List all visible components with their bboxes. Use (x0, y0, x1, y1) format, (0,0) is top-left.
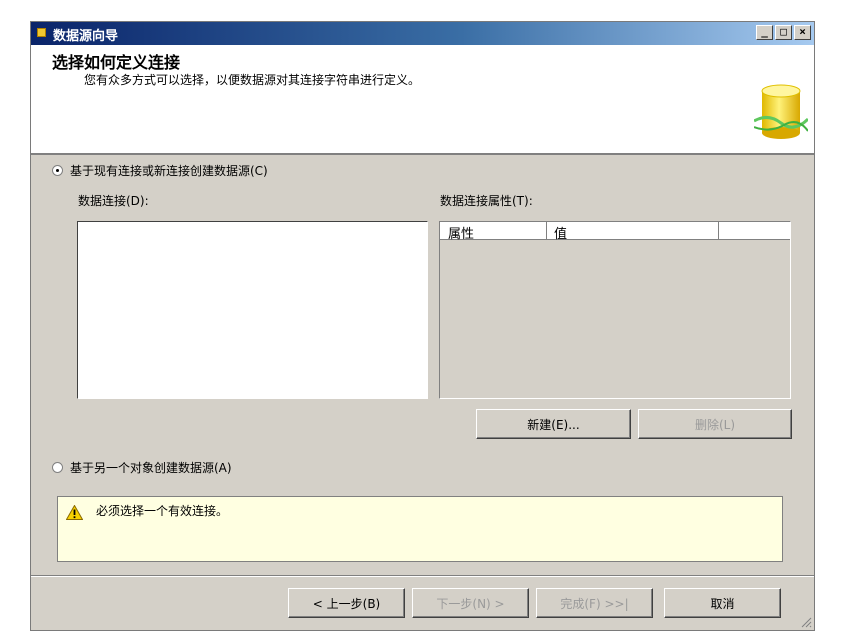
option-existing-label: 基于现有连接或新连接创建数据源(C) (70, 164, 268, 178)
column-divider[interactable] (718, 222, 719, 239)
option-other-label: 基于另一个对象创建数据源(A) (70, 461, 232, 475)
column-header-property[interactable]: 属性 (448, 223, 474, 242)
option-existing-connection[interactable]: 基于现有连接或新连接创建数据源(C) (52, 162, 268, 179)
radio-other-object[interactable] (52, 462, 63, 473)
close-button[interactable]: × (794, 25, 811, 40)
column-divider[interactable] (546, 222, 547, 239)
radio-existing-connection[interactable] (52, 165, 63, 176)
minimize-button[interactable]: _ (756, 25, 773, 40)
column-header-value[interactable]: 值 (554, 223, 567, 242)
data-connections-label: 数据连接(D): (78, 194, 149, 208)
back-button[interactable]: < 上一步(B) (288, 588, 405, 618)
data-connections-list[interactable] (77, 221, 428, 399)
resize-grip-icon[interactable] (800, 616, 812, 628)
window-controls: _ □ × (756, 25, 811, 40)
warning-icon (66, 505, 83, 520)
page-title: 选择如何定义连接 (52, 53, 181, 72)
window-title: 数据源向导 (53, 29, 119, 44)
grid-header: 属性 值 (440, 222, 790, 242)
app-icon (37, 28, 46, 37)
option-other-object[interactable]: 基于另一个对象创建数据源(A) (52, 459, 232, 476)
database-cylinder-icon (754, 84, 808, 139)
finish-button[interactable]: 完成(F) >>| (536, 588, 653, 618)
connection-properties-grid[interactable]: 属性 值 (439, 221, 791, 399)
validation-message-box: 必须选择一个有效连接。 (57, 496, 783, 562)
next-button[interactable]: 下一步(N) > (412, 588, 529, 618)
delete-connection-button[interactable]: 删除(L) (638, 409, 792, 439)
maximize-button[interactable]: □ (775, 25, 792, 40)
wizard-header: 选择如何定义连接 您有众多方式可以选择，以便数据源对其连接字符串进行定义。 (31, 45, 814, 155)
data-source-wizard-window: 数据源向导 _ □ × 选择如何定义连接 您有众多方式可以选择，以便数据源对其连… (30, 21, 815, 631)
page-subtitle: 您有众多方式可以选择，以便数据源对其连接字符串进行定义。 (84, 73, 421, 87)
new-connection-button[interactable]: 新建(E)... (476, 409, 631, 439)
cancel-button[interactable]: 取消 (664, 588, 781, 618)
connection-properties-label: 数据连接属性(T): (440, 194, 533, 208)
footer-separator (31, 575, 814, 577)
validation-message: 必须选择一个有效连接。 (96, 504, 229, 518)
title-bar[interactable]: 数据源向导 _ □ × (31, 22, 814, 45)
